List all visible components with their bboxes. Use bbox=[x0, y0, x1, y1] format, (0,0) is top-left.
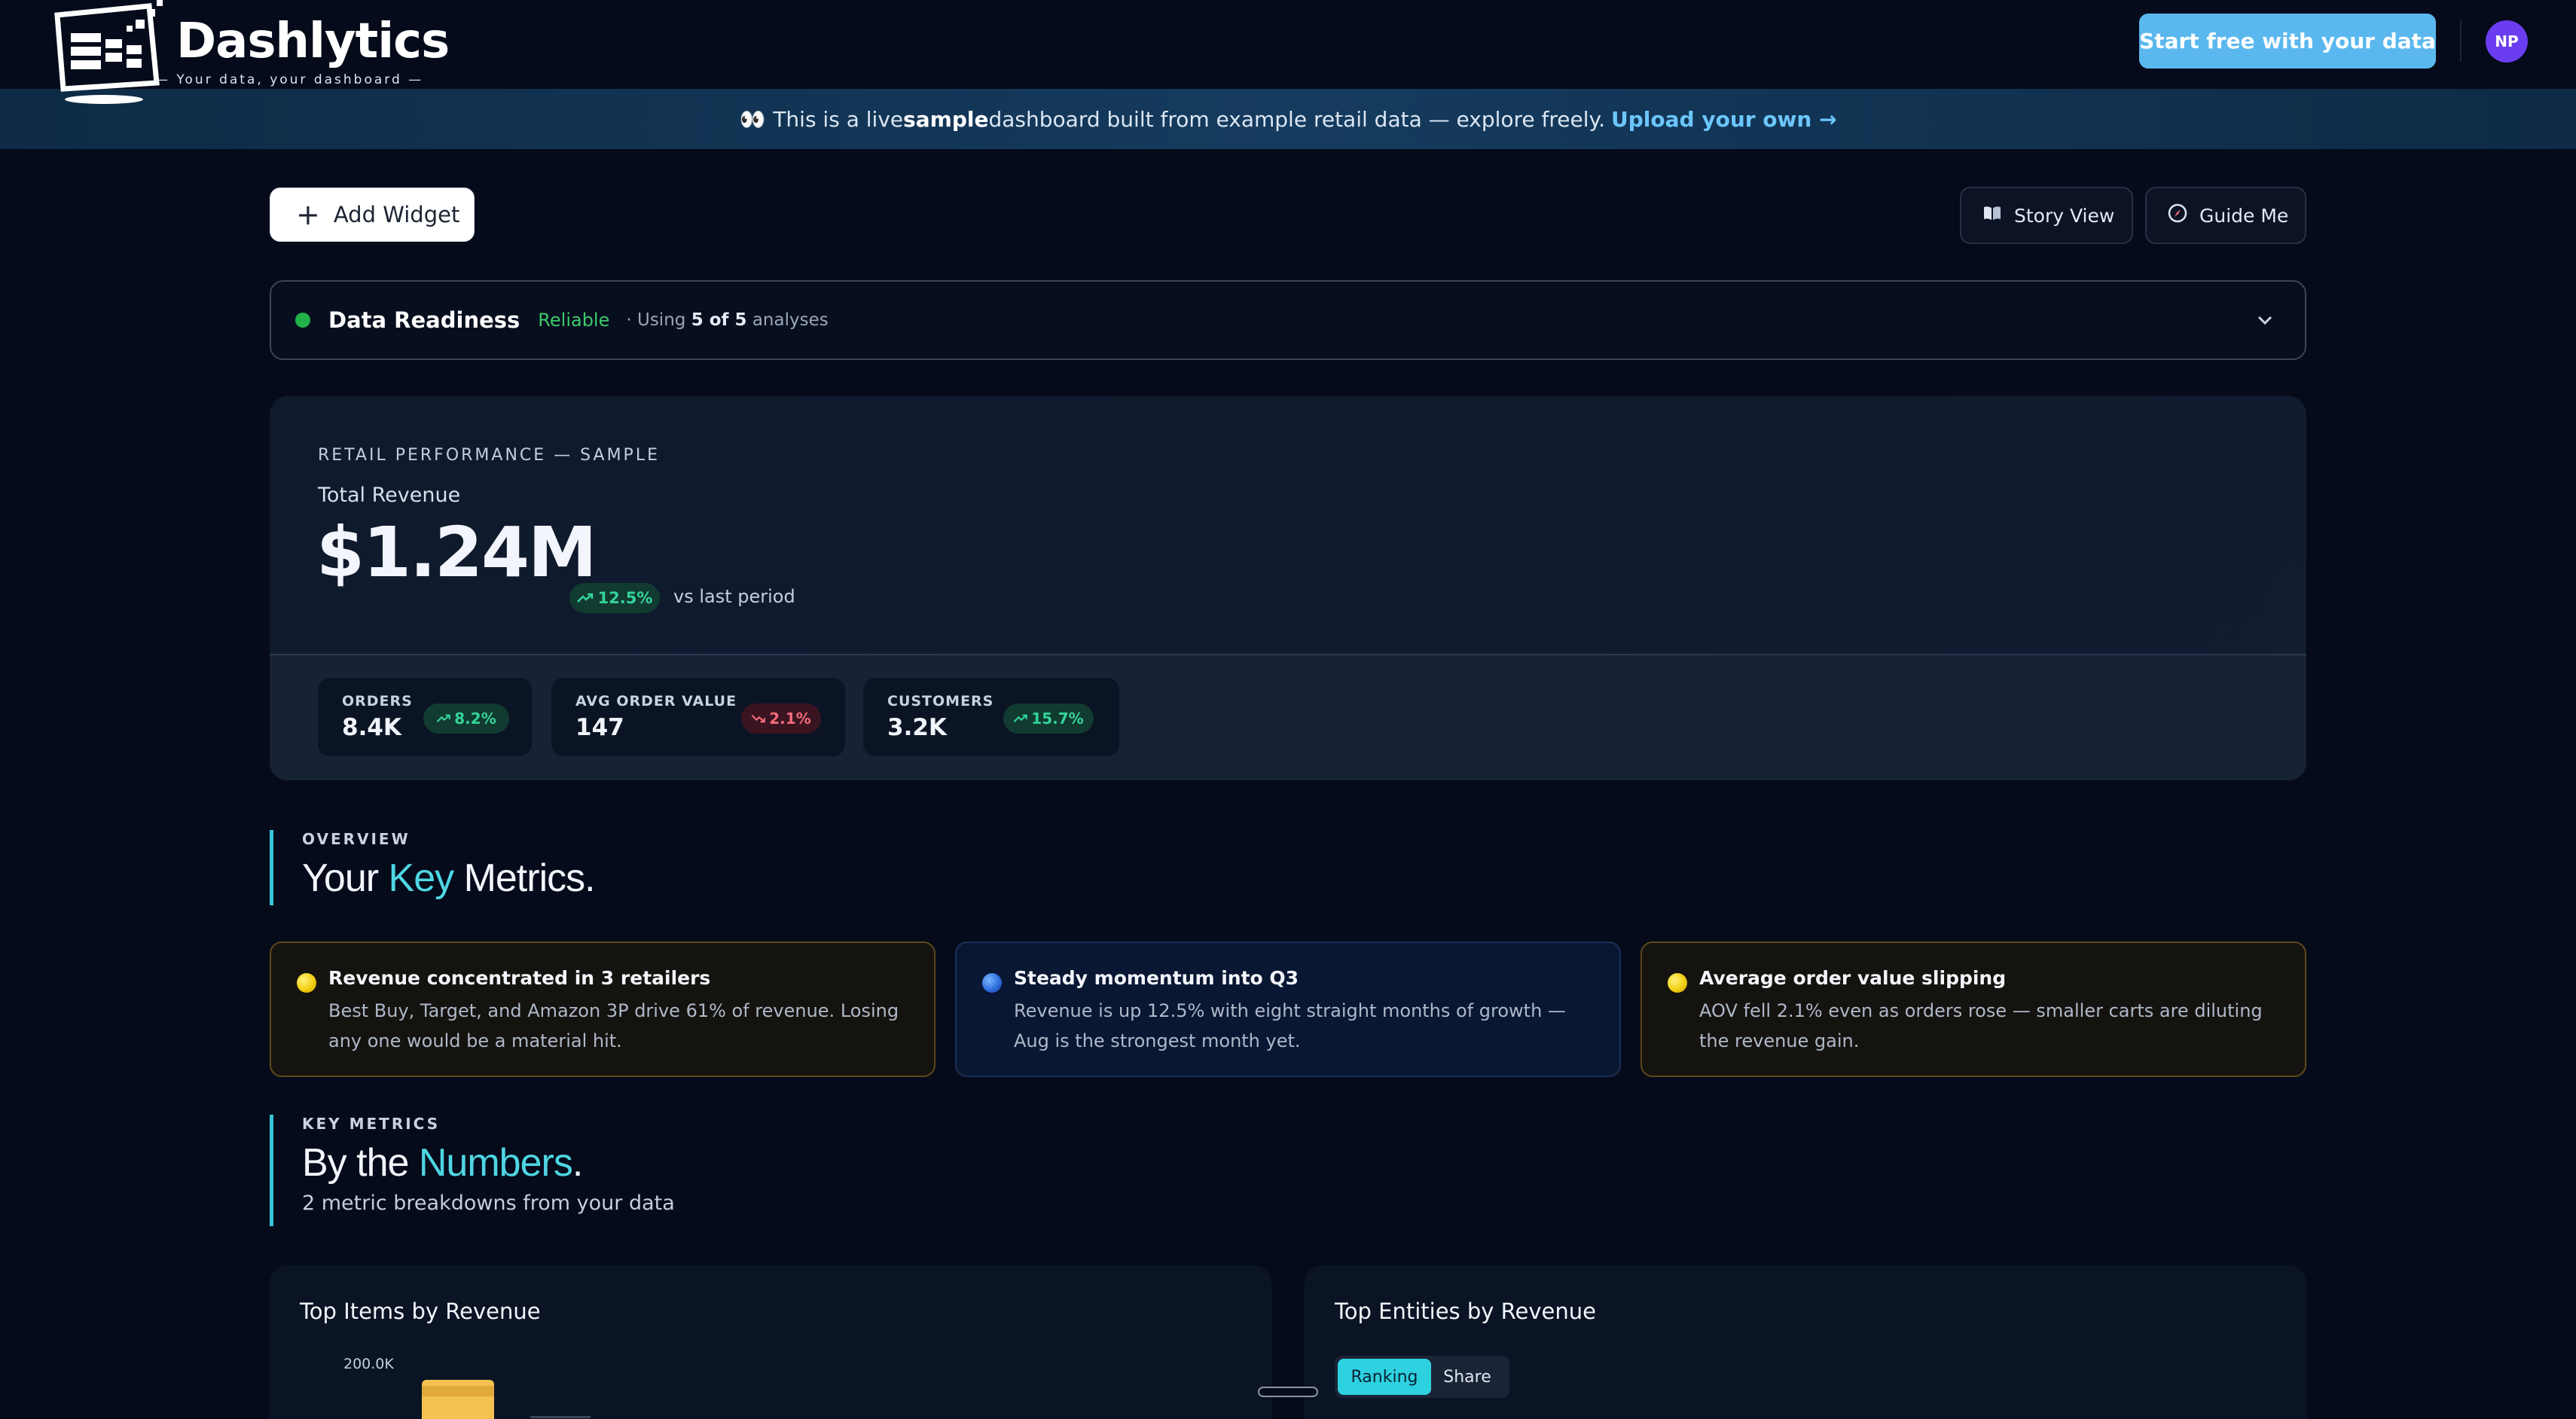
overview-section-header: OVERVIEW Your Key Metrics. bbox=[270, 830, 1174, 905]
user-avatar[interactable]: NP bbox=[2486, 20, 2528, 63]
guide-me-button[interactable]: Guide Me bbox=[2145, 187, 2306, 244]
readiness-title: Data Readiness bbox=[328, 307, 520, 333]
revenue-hero-card: RETAIL PERFORMANCE — SAMPLE Total Revenu… bbox=[270, 396, 2306, 780]
readiness-note: · Using 5 of 5 analyses bbox=[626, 310, 829, 330]
insight-card-aov[interactable]: Average order value slipping AOV fell 2.… bbox=[1641, 941, 2306, 1077]
key-metrics-section-header: KEY METRICS By the Numbers. 2 metric bre… bbox=[270, 1115, 1174, 1226]
tab-share[interactable]: Share bbox=[1431, 1359, 1503, 1395]
total-revenue-value: $1.24M bbox=[316, 512, 597, 593]
data-readiness-panel[interactable]: Data Readiness Reliable · Using 5 of 5 a… bbox=[270, 280, 2306, 360]
carousel-scroll-handle[interactable] bbox=[1258, 1387, 1318, 1397]
top-entities-chart-card: Top Entities by Revenue Ranking Share bbox=[1305, 1265, 2306, 1419]
insight-card-momentum[interactable]: Steady momentum into Q3 Revenue is up 12… bbox=[955, 941, 1621, 1077]
info-dot-icon bbox=[982, 973, 1002, 993]
kpi-avg-order-value: AVG ORDER VALUE 147 2.1% bbox=[551, 678, 845, 756]
key-metrics-title: By the Numbers. bbox=[302, 1141, 583, 1185]
top-entities-chart-title: Top Entities by Revenue bbox=[1335, 1298, 1596, 1324]
brand-tagline: — Your data, your dashboard — bbox=[155, 72, 424, 87]
overview-title: Your Key Metrics. bbox=[302, 856, 596, 900]
top-header: Dashlytics — Your data, your dashboard —… bbox=[0, 0, 2576, 104]
key-metrics-subtitle: 2 metric breakdowns from your data bbox=[302, 1192, 675, 1215]
trend-up-icon bbox=[576, 593, 593, 603]
trend-down-icon bbox=[751, 714, 766, 723]
brand-logo[interactable]: Dashlytics — Your data, your dashboard — bbox=[51, 0, 450, 105]
hero-comparison: vs last period bbox=[673, 586, 795, 607]
add-widget-button[interactable]: + Add Widget bbox=[270, 188, 475, 242]
hero-change-badge: 12.5% bbox=[569, 583, 660, 613]
banner-prefix: This is a live bbox=[773, 106, 904, 132]
insight-card-revenue-concentration[interactable]: Revenue concentrated in 3 retailers Best… bbox=[270, 941, 935, 1077]
start-free-button[interactable]: Start free with your data bbox=[2139, 14, 2436, 69]
banner-bold-word: sample bbox=[903, 106, 989, 132]
upload-own-link[interactable]: Upload your own → bbox=[1611, 107, 1837, 132]
readiness-status: Reliable bbox=[538, 310, 610, 331]
brand-name: Dashlytics bbox=[176, 14, 450, 69]
dashboard-logo-icon bbox=[54, 0, 163, 104]
story-view-label: Story View bbox=[2014, 204, 2115, 227]
compass-icon bbox=[2168, 203, 2187, 227]
chevron-down-icon[interactable] bbox=[2255, 307, 2275, 332]
tab-ranking[interactable]: Ranking bbox=[1338, 1359, 1431, 1395]
story-view-button[interactable]: Story View bbox=[1960, 187, 2133, 244]
trend-up-icon bbox=[1013, 714, 1028, 723]
kpi-customers: CUSTOMERS 3.2K 15.7% bbox=[863, 678, 1119, 756]
customers-change-badge: 15.7% bbox=[1003, 703, 1094, 734]
kpi-strip: ORDERS 8.4K 8.2% AVG ORDER VALUE 147 2.1… bbox=[270, 655, 2306, 780]
plus-icon: + bbox=[296, 198, 320, 231]
top-items-chart-title: Top Items by Revenue bbox=[300, 1298, 541, 1324]
warning-dot-icon bbox=[297, 973, 316, 993]
orders-change-badge: 8.2% bbox=[423, 703, 509, 734]
book-icon bbox=[1982, 205, 2002, 226]
bar-top-item-cap bbox=[422, 1386, 494, 1396]
eyes-icon: 👀 bbox=[739, 106, 766, 132]
hero-label: Total Revenue bbox=[318, 484, 461, 507]
guide-me-label: Guide Me bbox=[2199, 204, 2289, 227]
banner-suffix: dashboard built from example retail data… bbox=[988, 106, 1606, 132]
bar-second-item bbox=[530, 1416, 591, 1418]
ranking-share-toggle: Ranking Share bbox=[1335, 1356, 1509, 1398]
header-divider bbox=[2460, 20, 2462, 62]
warning-dot-icon bbox=[1668, 973, 1687, 993]
kpi-orders: ORDERS 8.4K 8.2% bbox=[318, 678, 532, 756]
trend-up-icon bbox=[436, 714, 451, 723]
add-widget-label: Add Widget bbox=[333, 202, 460, 227]
aov-change-badge: 2.1% bbox=[741, 703, 821, 734]
hero-eyebrow: RETAIL PERFORMANCE — SAMPLE bbox=[318, 446, 660, 465]
y-axis-tick: 200.0K bbox=[343, 1356, 394, 1372]
top-items-chart-card: Top Items by Revenue 200.0K bbox=[270, 1265, 1271, 1419]
readiness-status-dot bbox=[295, 313, 310, 328]
